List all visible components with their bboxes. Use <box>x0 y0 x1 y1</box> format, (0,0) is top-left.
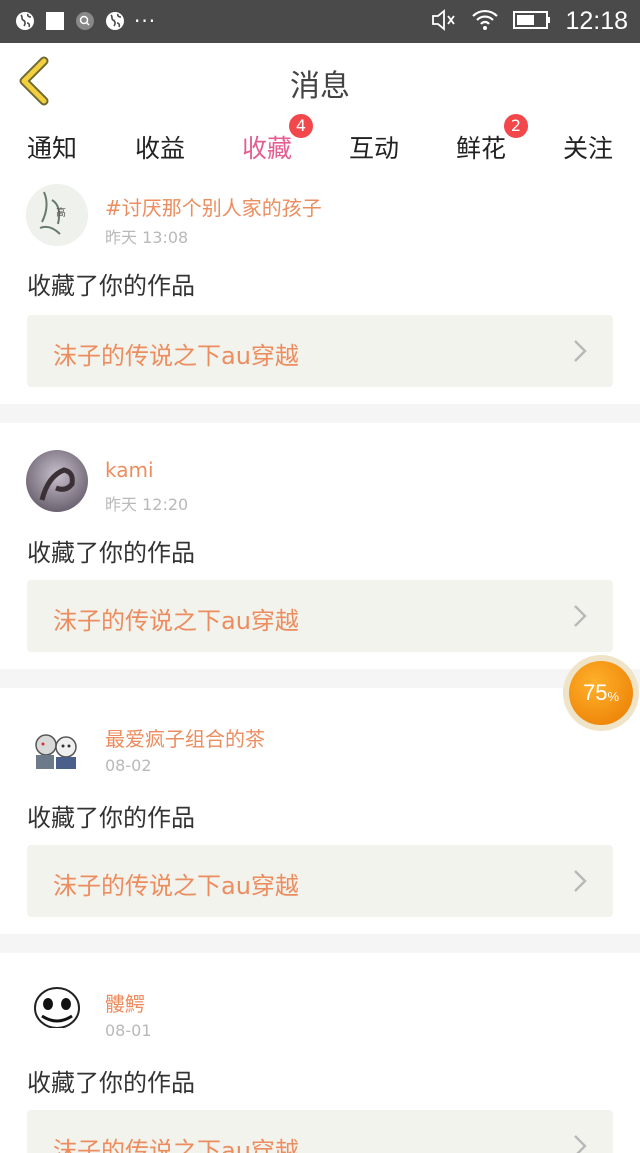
progress-indicator: 75% <box>569 661 633 725</box>
divider <box>0 934 640 953</box>
divider <box>0 404 640 423</box>
action-text: 收藏了你的作品 <box>27 1069 195 1097</box>
floating-progress-button[interactable]: 75% <box>563 655 639 731</box>
status-bar: ··· 12:18 <box>0 0 640 43</box>
action-text: 收藏了你的作品 <box>27 272 195 300</box>
timestamp: 昨天 13:08 <box>105 228 189 247</box>
tab-bar: 通知 收益 收藏 4 互动 鲜花 2 关注 <box>0 114 640 181</box>
title-bar: 消息 <box>0 43 640 121</box>
tab-notifications[interactable]: 通知 <box>26 129 78 175</box>
square-icon <box>44 10 66 32</box>
action-text: 收藏了你的作品 <box>27 804 195 832</box>
work-link[interactable]: 沫子的传说之下au穿越 <box>27 315 613 387</box>
timestamp: 昨天 12:20 <box>105 495 189 514</box>
message-list: 高 #讨厌那个别人家的孩子 昨天 13:08 收藏了你的作品 沫子的传说之下au… <box>0 178 640 1153</box>
tab-label: 鲜花 <box>455 134 506 163</box>
timestamp: 08-01 <box>105 1021 152 1040</box>
tab-label: 收藏 <box>241 134 292 163</box>
wifi-icon <box>471 9 499 35</box>
globe-icon <box>14 10 36 32</box>
user-name[interactable]: 髏鰐 <box>105 988 145 1017</box>
user-name[interactable]: kami <box>105 458 154 482</box>
mute-icon <box>431 8 457 35</box>
more-notifications: ··· <box>134 9 157 33</box>
favorites-badge: 4 <box>289 114 313 138</box>
tab-label: 关注 <box>562 134 613 163</box>
chevron-right-icon <box>574 1135 587 1153</box>
chevron-right-icon <box>574 340 587 362</box>
progress-value: 75 <box>582 680 608 705</box>
avatar[interactable] <box>26 450 88 512</box>
timestamp: 08-02 <box>105 756 152 775</box>
tab-favorites[interactable]: 收藏 <box>241 129 293 181</box>
avatar[interactable] <box>26 980 88 1042</box>
tab-label: 收益 <box>134 134 185 163</box>
user-name[interactable]: 最爱疯子组合的茶 <box>105 723 265 752</box>
work-link[interactable]: 沫子的传说之下au穿越 <box>27 845 613 917</box>
divider <box>0 669 640 688</box>
tab-label: 互动 <box>348 134 399 163</box>
work-title: 沫子的传说之下au穿越 <box>53 607 299 635</box>
work-title: 沫子的传说之下au穿越 <box>53 342 299 370</box>
list-item: 高 #讨厌那个别人家的孩子 昨天 13:08 收藏了你的作品 沫子的传说之下au… <box>0 178 640 404</box>
tab-flowers[interactable]: 鲜花 <box>455 129 507 175</box>
tab-earnings[interactable]: 收益 <box>134 129 186 175</box>
avatar[interactable] <box>26 715 88 777</box>
chevron-right-icon <box>574 870 587 892</box>
work-link[interactable]: 沫子的传说之下au穿越 <box>27 580 613 652</box>
tab-follows[interactable]: 关注 <box>562 129 614 175</box>
list-item: kami 昨天 12:20 收藏了你的作品 沫子的传说之下au穿越 <box>0 423 640 669</box>
avatar[interactable]: 高 <box>26 184 88 246</box>
list-item: 最爱疯子组合的茶 08-02 收藏了你的作品 沫子的传说之下au穿越 <box>0 688 640 934</box>
progress-unit: % <box>607 688 620 704</box>
action-text: 收藏了你的作品 <box>27 539 195 567</box>
svg-text:高: 高 <box>56 206 66 219</box>
battery-icon <box>513 10 551 34</box>
work-title: 沫子的传说之下au穿越 <box>53 872 299 900</box>
user-name[interactable]: #讨厌那个别人家的孩子 <box>105 192 322 221</box>
work-title: 沫子的传说之下au穿越 <box>53 1137 299 1153</box>
flowers-badge: 2 <box>504 114 528 138</box>
tab-interactions[interactable]: 互动 <box>348 129 400 175</box>
page-title: 消息 <box>290 69 350 104</box>
work-link[interactable]: 沫子的传说之下au穿越 <box>27 1110 613 1153</box>
clock: 12:18 <box>565 7 628 35</box>
globe-icon-2 <box>104 10 126 32</box>
search-app-icon <box>74 10 96 32</box>
tab-label: 通知 <box>26 134 77 163</box>
chevron-right-icon <box>574 605 587 627</box>
list-item: 髏鰐 08-01 收藏了你的作品 沫子的传说之下au穿越 <box>0 953 640 1153</box>
